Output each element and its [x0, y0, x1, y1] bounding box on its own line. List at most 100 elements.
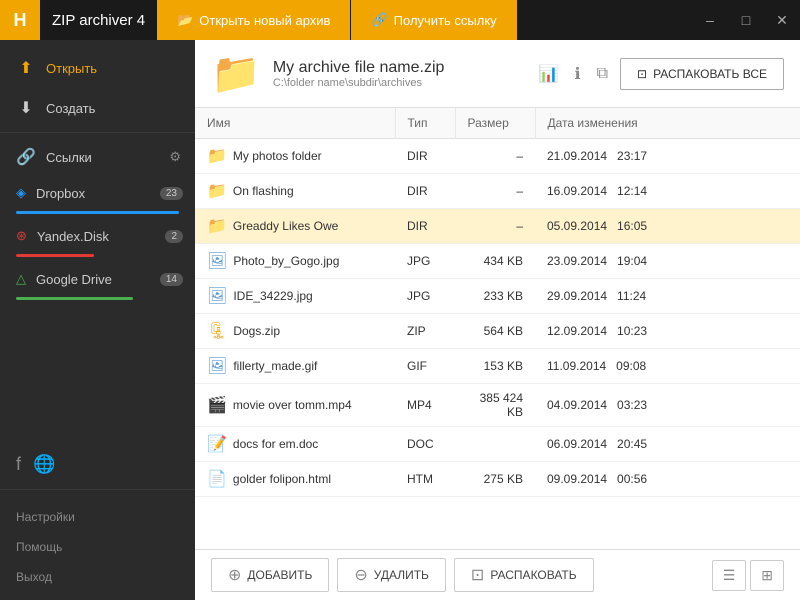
- facebook-icon[interactable]: f: [16, 454, 21, 475]
- file-date: 16.09.2014 12:14: [535, 174, 800, 209]
- yandex-usage-bar: [16, 254, 94, 257]
- file-type-icon: 📁: [207, 146, 227, 166]
- file-date: 12.09.2014 10:23: [535, 314, 800, 349]
- create-icon: ⬇: [16, 98, 36, 118]
- sidebar-divider-2: [0, 489, 195, 490]
- archive-info: My archive file name.zip C:\folder name\…: [273, 59, 523, 89]
- file-type: GIF: [395, 349, 455, 384]
- grid-view-button[interactable]: ⊞: [750, 560, 784, 591]
- file-name-cell: 📁 My photos folder: [195, 139, 395, 174]
- file-size: [455, 427, 535, 462]
- file-type: ZIP: [395, 314, 455, 349]
- file-name-cell: 🗜 Dogs.zip: [195, 314, 395, 349]
- file-type-icon: 📝: [207, 434, 227, 454]
- file-name-cell: 🖼 Photo_by_Gogo.jpg: [195, 244, 395, 279]
- maximize-button[interactable]: □: [728, 0, 764, 40]
- sidebar-item-open[interactable]: ⬆ Открыть: [0, 48, 195, 88]
- table-header-row: Имя Тип Размер Дата изменения: [195, 108, 800, 139]
- add-button[interactable]: ⊕ ДОБАВИТЬ: [211, 558, 329, 592]
- add-icon: ⊕: [228, 565, 241, 585]
- stats-icon[interactable]: 📊: [535, 60, 563, 88]
- website-icon[interactable]: 🌐: [33, 454, 55, 475]
- extract-button[interactable]: ⊡ РАСПАКОВАТЬ: [454, 558, 594, 592]
- sidebar-item-yandex[interactable]: ⊛ Yandex.Disk 2: [0, 220, 195, 252]
- file-name: golder folipon.html: [233, 472, 331, 486]
- table-row[interactable]: 🎬 movie over tomm.mp4 MP4 385 424 KB 04.…: [195, 384, 800, 427]
- table-row[interactable]: 🖼 IDE_34229.jpg JPG 233 KB 29.09.2014 11…: [195, 279, 800, 314]
- table-row[interactable]: 🖼 Photo_by_Gogo.jpg JPG 434 KB 23.09.201…: [195, 244, 800, 279]
- archive-folder-icon: 📁: [211, 50, 261, 97]
- file-size: –: [455, 174, 535, 209]
- file-name: Greaddy Likes Owe: [233, 219, 338, 233]
- file-date: 04.09.2014 03:23: [535, 384, 800, 427]
- sidebar-item-help[interactable]: Помощь: [0, 532, 195, 562]
- info-icon[interactable]: ℹ: [571, 60, 585, 88]
- archive-actions: 📊 ℹ ⧉ ⊡ РАСПАКОВАТЬ ВСЕ: [535, 58, 784, 90]
- file-type-icon: 🖼: [207, 286, 227, 306]
- col-header-size[interactable]: Размер: [455, 108, 535, 139]
- file-type-icon: 🖼: [207, 356, 227, 376]
- table-row[interactable]: 🖼 fillerty_made.gif GIF 153 KB 11.09.201…: [195, 349, 800, 384]
- file-table-wrapper: Имя Тип Размер Дата изменения 📁 My photo…: [195, 108, 800, 549]
- sidebar-item-create[interactable]: ⬇ Создать: [0, 88, 195, 128]
- file-date: 23.09.2014 19:04: [535, 244, 800, 279]
- table-row[interactable]: 📁 On flashing DIR – 16.09.2014 12:14: [195, 174, 800, 209]
- dropbox-icon: ◈: [16, 185, 26, 201]
- extract-all-button[interactable]: ⊡ РАСПАКОВАТЬ ВСЕ: [620, 58, 784, 90]
- yandex-icon: ⊛: [16, 228, 27, 244]
- file-name: IDE_34229.jpg: [233, 289, 312, 303]
- file-date: 09.09.2014 00:56: [535, 462, 800, 497]
- app-logo: H: [0, 0, 40, 40]
- sidebar-item-gdrive[interactable]: △ Google Drive 14: [0, 263, 195, 295]
- sidebar-item-settings[interactable]: Настройки: [0, 502, 195, 532]
- file-name-cell: 📝 docs for em.doc: [195, 427, 395, 462]
- file-name: On flashing: [233, 184, 294, 198]
- sidebar-item-exit[interactable]: Выход: [0, 562, 195, 592]
- file-type-icon: 🖼: [207, 251, 227, 271]
- list-view-button[interactable]: ☰: [712, 560, 747, 591]
- col-header-type[interactable]: Тип: [395, 108, 455, 139]
- file-size: 153 KB: [455, 349, 535, 384]
- table-row[interactable]: 📁 Greaddy Likes Owe DIR – 05.09.2014 16:…: [195, 209, 800, 244]
- table-row[interactable]: 📝 docs for em.doc DOC 06.09.2014 20:45: [195, 427, 800, 462]
- file-type-icon: 📁: [207, 216, 227, 236]
- file-type-icon: 🎬: [207, 395, 227, 415]
- file-name-cell: 📄 golder folipon.html: [195, 462, 395, 497]
- remove-button[interactable]: ⊖ УДАЛИТЬ: [337, 558, 446, 592]
- extract-icon: ⊡: [471, 565, 484, 585]
- file-size: –: [455, 139, 535, 174]
- file-size: 564 KB: [455, 314, 535, 349]
- open-new-archive-button[interactable]: 📂 Открыть новый архив: [157, 0, 350, 40]
- file-name-cell: 🎬 movie over tomm.mp4: [195, 384, 395, 427]
- extract-all-icon: ⊡: [637, 67, 647, 81]
- col-header-modified[interactable]: Дата изменения: [535, 108, 800, 139]
- file-type-icon: 📁: [207, 181, 227, 201]
- gdrive-usage-bar: [16, 297, 133, 300]
- table-row[interactable]: 🗜 Dogs.zip ZIP 564 KB 12.09.2014 10:23: [195, 314, 800, 349]
- sidebar-item-dropbox[interactable]: ◈ Dropbox 23: [0, 177, 195, 209]
- file-type: JPG: [395, 279, 455, 314]
- table-row[interactable]: 📄 golder folipon.html HTM 275 KB 09.09.2…: [195, 462, 800, 497]
- file-type: DOC: [395, 427, 455, 462]
- close-button[interactable]: ✕: [764, 0, 800, 40]
- get-link-button[interactable]: 🔗 Получить ссылку: [351, 0, 516, 40]
- file-name-cell: 📁 On flashing: [195, 174, 395, 209]
- archive-path: C:\folder name\subdir\archives: [273, 77, 523, 89]
- file-name: docs for em.doc: [233, 437, 318, 451]
- table-row[interactable]: 📁 My photos folder DIR – 21.09.2014 23:1…: [195, 139, 800, 174]
- social-links: f 🌐: [0, 444, 195, 485]
- file-name: movie over tomm.mp4: [233, 398, 352, 412]
- sidebar-item-links[interactable]: 🔗 Ссылки ⚙: [0, 137, 195, 177]
- links-settings-icon[interactable]: ⚙: [169, 149, 181, 165]
- file-table: Имя Тип Размер Дата изменения 📁 My photo…: [195, 108, 800, 497]
- file-type: MP4: [395, 384, 455, 427]
- folder-open-icon: 📂: [177, 12, 193, 28]
- file-type-icon: 🗜: [207, 321, 227, 341]
- bottom-bar: ⊕ ДОБАВИТЬ ⊖ УДАЛИТЬ ⊡ РАСПАКОВАТЬ ☰ ⊞: [195, 549, 800, 600]
- file-date: 06.09.2014 20:45: [535, 427, 800, 462]
- copy-icon[interactable]: ⧉: [593, 61, 612, 87]
- app-name: ZIP archiver 4: [40, 12, 157, 29]
- col-header-name[interactable]: Имя: [195, 108, 395, 139]
- file-type: HTM: [395, 462, 455, 497]
- minimize-button[interactable]: –: [692, 0, 728, 40]
